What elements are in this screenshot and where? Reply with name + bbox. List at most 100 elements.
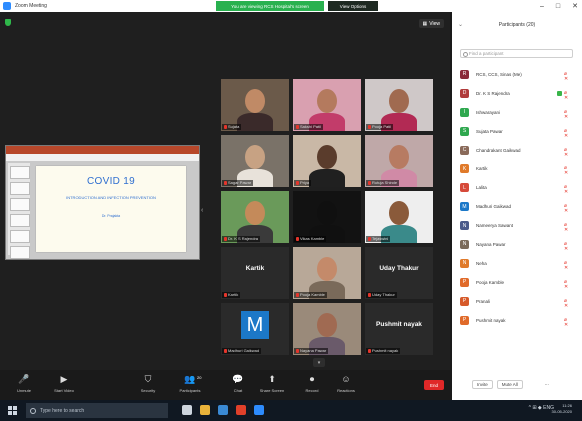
- window-controls: – □ ✕: [540, 0, 578, 12]
- participant-row[interactable]: N Nayana Pawar ⌀ ✕: [452, 235, 582, 254]
- video-button[interactable]: ▶ Start Video: [44, 373, 84, 394]
- slide-thumbnail: [10, 214, 30, 227]
- view-button[interactable]: ▦ View: [418, 19, 444, 28]
- video-tile[interactable]: Rutuja Shinde: [365, 135, 433, 187]
- mute-all-button[interactable]: Mute All: [496, 379, 523, 389]
- file-explorer-icon[interactable]: [200, 405, 210, 415]
- participant-display-name: Kartik: [245, 265, 265, 272]
- tile-name-label: Pooja Kamble: [294, 292, 327, 298]
- slide-thumbnail: [10, 182, 30, 195]
- participant-row[interactable]: I Ishwarayani ⌀ ✕: [452, 103, 582, 122]
- participant-status: ⌀ ✕: [564, 185, 572, 195]
- participant-row[interactable]: L Lalita ⌀ ✕: [452, 178, 582, 197]
- participant-row[interactable]: D Dr. K S Rajendra ⌀ ✕: [452, 84, 582, 103]
- participant-avatar: N: [460, 239, 469, 249]
- chrome-icon[interactable]: [236, 405, 246, 415]
- video-tile[interactable]: Vikas Kamble: [293, 191, 361, 243]
- slide-title: COVID 19: [87, 176, 135, 187]
- video-tile[interactable]: Dr. K S Rajendra: [221, 191, 289, 243]
- participant-row[interactable]: S Sujata Pawar ⌀ ✕: [452, 122, 582, 141]
- video-tile[interactable]: Tejaswini: [365, 191, 433, 243]
- video-tile[interactable]: Pushmit nayak Pushmit nayak: [365, 303, 433, 355]
- store-icon[interactable]: [218, 405, 228, 415]
- muted-mic-icon: [224, 237, 227, 241]
- participants-button[interactable]: 👥 20 Participants: [170, 374, 210, 394]
- participant-row[interactable]: N Neha ⌀ ✕: [452, 254, 582, 273]
- participant-row[interactable]: P Pooja Kamble ⌀ ✕: [452, 273, 582, 292]
- next-page-button[interactable]: ▾: [313, 358, 325, 367]
- participant-row[interactable]: R RCS, CCS, Sinas (Me) ⌀ ✕: [452, 65, 582, 84]
- tile-name-text: Rutuja Shinde: [372, 180, 398, 185]
- participant-status: ⌀ ✕: [564, 71, 572, 81]
- mute-button-label: Unmute: [16, 388, 31, 393]
- video-tile[interactable]: Pooja Patil: [365, 79, 433, 131]
- invite-button[interactable]: Invite: [472, 379, 493, 389]
- zoom-icon[interactable]: [254, 405, 264, 415]
- participant-search-input[interactable]: Find a participant: [460, 49, 573, 58]
- video-tile[interactable]: Pooja Kamble: [293, 247, 361, 299]
- reactions-button[interactable]: ☺ Reactions: [326, 374, 366, 393]
- minimize-icon[interactable]: –: [540, 3, 544, 10]
- video-tile[interactable]: Kartik Kartik: [221, 247, 289, 299]
- participant-row[interactable]: M Madhuri Gaikwad ⌀ ✕: [452, 197, 582, 216]
- participant-head: [389, 145, 409, 169]
- tile-name-text: Pooja Kamble: [300, 292, 325, 297]
- tile-name-text: Pooja Patil: [372, 124, 392, 129]
- participant-head: [245, 145, 265, 169]
- tile-name-text: Sujata: [228, 124, 240, 129]
- participant-status: ⌀ ✕: [564, 298, 572, 308]
- video-tile[interactable]: Nayana Pawar: [293, 303, 361, 355]
- tile-name-text: Priya: [300, 180, 310, 185]
- maximize-icon[interactable]: □: [556, 3, 560, 10]
- mic-muted-icon: ⌀ ✕: [564, 165, 569, 177]
- meeting-toolbar: 🎤 Unmute ▶ Start Video ⛉ Security 👥 20 Participa…: [0, 370, 450, 400]
- share-screen-button[interactable]: ⬆ Share Screen: [252, 374, 292, 394]
- video-icon: ▶: [60, 373, 68, 384]
- taskbar-clock[interactable]: 11:26 30-05-2020: [552, 403, 572, 415]
- banner-message: You are viewing RCS Hospital's screen: [216, 1, 324, 11]
- slide-thumbnail: [10, 230, 30, 243]
- taskbar-search-input[interactable]: Type here to search: [26, 403, 168, 418]
- system-tray[interactable]: ^ ⊞ ◆ ENG: [529, 405, 554, 411]
- video-tile[interactable]: Sagar Pawar: [221, 135, 289, 187]
- video-tile[interactable]: Priya: [293, 135, 361, 187]
- video-tile[interactable]: Sakshi Patil: [293, 79, 361, 131]
- video-tile[interactable]: Uday Thakur Uday Thakur: [365, 247, 433, 299]
- panel-title: Participants (20): [498, 22, 536, 28]
- tile-name-text: Nayana Pawar: [300, 348, 327, 353]
- panel-header: ⌄ Participants (20): [452, 12, 582, 38]
- tile-name-text: Kartik: [228, 292, 239, 297]
- mute-button[interactable]: 🎤 Unmute: [4, 374, 44, 394]
- video-tile[interactable]: Sujata: [221, 79, 289, 131]
- more-options-button[interactable]: ...: [545, 381, 549, 387]
- mic-muted-icon: ⌀ ✕: [564, 146, 569, 158]
- participant-name: RCS, CCS, Sinas (Me): [476, 71, 522, 77]
- participant-name: Ishwarayani: [476, 109, 501, 115]
- taskbar-search-placeholder: Type here to search: [40, 407, 85, 414]
- view-options-button[interactable]: View Options: [328, 1, 378, 11]
- participant-avatar: R: [460, 69, 469, 79]
- security-shield-icon[interactable]: [5, 19, 11, 26]
- video-tile[interactable]: M Madhuri Gaikwad: [221, 303, 289, 355]
- security-button[interactable]: ⛉ Security: [128, 374, 168, 394]
- participant-body: [237, 113, 273, 131]
- participant-head: [317, 201, 337, 225]
- participants-button-label: Participants: [179, 388, 201, 393]
- participant-status: ⌀ ✕: [564, 204, 572, 214]
- participant-row[interactable]: K Kartik ⌀ ✕: [452, 159, 582, 178]
- muted-mic-icon: [224, 181, 227, 185]
- participant-row[interactable]: N Nameerya Sawant ⌀ ✕: [452, 216, 582, 235]
- participant-status: ⌀ ✕: [564, 279, 572, 289]
- tile-name-label: Uday Thakur: [366, 292, 397, 298]
- slide-subtitle: INTRODUCTION AND INFECTION PREVENTION: [66, 195, 156, 200]
- close-icon[interactable]: ✕: [572, 2, 578, 10]
- task-view-icon[interactable]: [182, 405, 192, 415]
- participant-row[interactable]: P Pushmit nayak ⌀ ✕: [452, 311, 582, 330]
- participant-status: ⌀ ✕: [557, 90, 572, 100]
- participant-row[interactable]: C Chandrakant Gaikwad ⌀ ✕: [452, 141, 582, 160]
- tile-name-text: Pushmit nayak: [372, 348, 399, 353]
- windows-start-icon[interactable]: [8, 406, 17, 415]
- end-meeting-button[interactable]: End: [424, 380, 444, 390]
- participant-row[interactable]: P Pranali ⌀ ✕: [452, 292, 582, 311]
- collapse-gallery-arrow-icon[interactable]: ‹: [201, 207, 205, 217]
